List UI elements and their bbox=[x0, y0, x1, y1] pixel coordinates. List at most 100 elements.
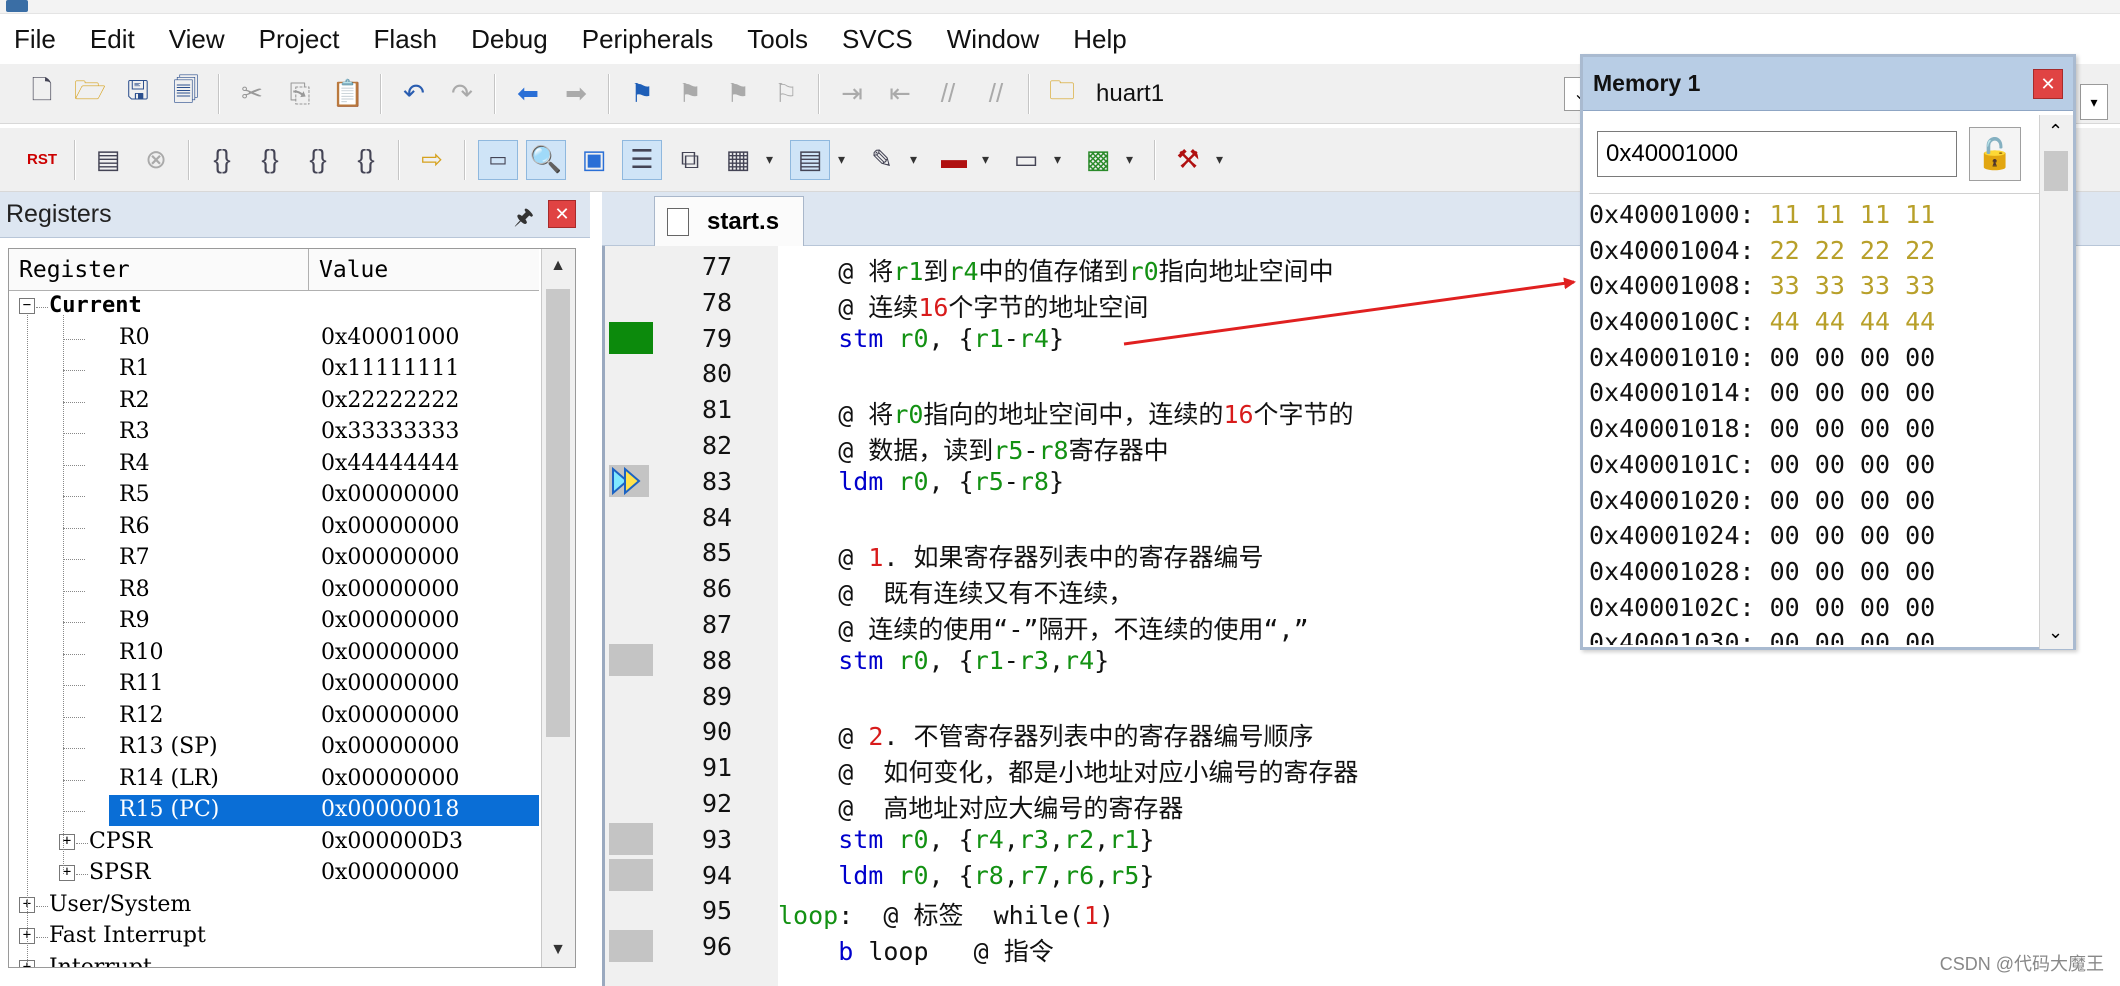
memory-window-icon[interactable]: ▤ bbox=[790, 139, 830, 180]
register-value[interactable]: 0x00000000 bbox=[321, 640, 459, 665]
lock-icon[interactable]: 🔓 bbox=[1969, 127, 2021, 181]
analysis-window-icon[interactable]: ▬ bbox=[934, 140, 974, 180]
code-line[interactable]: 92 @ 高地址对应大编号的寄存器 bbox=[602, 787, 2120, 823]
register-row[interactable]: + User/System bbox=[9, 890, 539, 922]
register-value[interactable]: 0x40001000 bbox=[321, 325, 459, 350]
memory-row[interactable]: 0x40001014: 00 00 00 00 bbox=[1589, 372, 2041, 408]
register-row[interactable]: R14 (LR) 0x00000000 bbox=[9, 764, 539, 796]
menu-tools[interactable]: Tools bbox=[747, 24, 808, 55]
memory-scrollbar[interactable]: ⌃ ⌄ bbox=[2039, 115, 2073, 649]
register-row[interactable]: R3 0x33333333 bbox=[9, 417, 539, 449]
code-line[interactable]: 94 ldm r0, {r8,r7,r6,r5} bbox=[602, 859, 2120, 895]
register-value[interactable]: 0x00000000 bbox=[321, 703, 459, 728]
memory-bytes[interactable]: 00 00 00 00 bbox=[1770, 521, 1936, 550]
tab-start-s[interactable]: start.s bbox=[654, 196, 804, 246]
undo-icon[interactable]: ↶ bbox=[394, 74, 434, 114]
register-value[interactable]: 0x11111111 bbox=[321, 356, 459, 381]
show-next-statement-icon[interactable]: ⇨ bbox=[412, 140, 452, 180]
dropdown-arrow-icon[interactable]: ▾ bbox=[1216, 151, 1230, 168]
register-row[interactable]: + SPSR 0x00000000 bbox=[9, 858, 539, 890]
dropdown-arrow-icon[interactable]: ▾ bbox=[838, 151, 852, 168]
clear-bookmarks-icon[interactable]: ⚐ bbox=[766, 74, 806, 114]
scroll-down-icon[interactable]: ▼ bbox=[542, 933, 574, 967]
memory-row[interactable]: 0x40001010: 00 00 00 00 bbox=[1589, 337, 2041, 373]
close-icon[interactable]: ✕ bbox=[548, 200, 576, 228]
save-icon[interactable]: 🖫 bbox=[118, 74, 158, 114]
register-value[interactable]: 0x00000000 bbox=[321, 545, 459, 570]
nav-back-icon[interactable]: ⬅ bbox=[508, 74, 548, 114]
menu-debug[interactable]: Debug bbox=[471, 24, 548, 55]
expand-icon[interactable]: + bbox=[59, 865, 75, 881]
menu-help[interactable]: Help bbox=[1073, 24, 1126, 55]
column-header-value[interactable]: Value bbox=[309, 249, 539, 291]
disassembly-window-icon[interactable]: 🔍 bbox=[526, 139, 566, 180]
register-row[interactable]: + Interrupt bbox=[9, 953, 539, 967]
run-icon[interactable]: ▤ bbox=[88, 140, 128, 180]
memory-bytes[interactable]: 44 44 44 44 bbox=[1770, 307, 1936, 336]
pin-icon[interactable]: 🖈 bbox=[514, 200, 534, 238]
register-value[interactable]: 0x00000000 bbox=[321, 514, 459, 539]
indent-icon[interactable]: ⇥ bbox=[832, 74, 872, 114]
cut-icon[interactable]: ✂ bbox=[232, 74, 272, 114]
register-value[interactable]: 0x00000000 bbox=[321, 608, 459, 633]
memory-bytes[interactable]: 11 11 11 11 bbox=[1770, 200, 1936, 229]
register-row[interactable]: R1 0x11111111 bbox=[9, 354, 539, 386]
memory-address-input[interactable]: 0x40001000 bbox=[1597, 131, 1957, 177]
dropdown-arrow-icon[interactable]: ▾ bbox=[766, 151, 780, 168]
register-row[interactable]: R9 0x00000000 bbox=[9, 606, 539, 638]
run-to-cursor-icon[interactable]: {} bbox=[346, 140, 386, 180]
uncomment-icon[interactable]: // bbox=[976, 74, 1016, 114]
step-over-icon[interactable]: {} bbox=[250, 140, 290, 180]
register-value[interactable]: 0x00000000 bbox=[321, 577, 459, 602]
register-row[interactable]: R8 0x00000000 bbox=[9, 575, 539, 607]
call-stack-icon[interactable]: ⧉ bbox=[670, 140, 710, 180]
register-row[interactable]: + CPSR 0x000000D3 bbox=[9, 827, 539, 859]
register-value[interactable]: 0x00000000 bbox=[321, 734, 459, 759]
register-row[interactable]: R5 0x00000000 bbox=[9, 480, 539, 512]
collapse-icon[interactable]: − bbox=[19, 298, 35, 314]
register-row[interactable]: R12 0x00000000 bbox=[9, 701, 539, 733]
memory-window-title-bar[interactable]: Memory 1 ✕ bbox=[1583, 57, 2073, 111]
menu-peripherals[interactable]: Peripherals bbox=[582, 24, 714, 55]
memory-bytes[interactable]: 00 00 00 00 bbox=[1770, 593, 1936, 622]
column-header-register[interactable]: Register bbox=[9, 249, 309, 291]
system-viewer-icon[interactable]: ▩ bbox=[1078, 140, 1118, 180]
memory-row[interactable]: 0x4000100C: 44 44 44 44 bbox=[1589, 301, 2041, 337]
registers-window-icon[interactable]: ☰ bbox=[622, 139, 662, 180]
menu-edit[interactable]: Edit bbox=[90, 24, 135, 55]
memory-bytes[interactable]: 00 00 00 00 bbox=[1770, 486, 1936, 515]
memory-row[interactable]: 0x40001008: 33 33 33 33 bbox=[1589, 265, 2041, 301]
memory-bytes[interactable]: 00 00 00 00 bbox=[1770, 378, 1936, 407]
registers-scrollbar[interactable]: ▲ ▼ bbox=[541, 249, 575, 967]
menu-view[interactable]: View bbox=[169, 24, 225, 55]
bookmark-icon[interactable]: ⚑ bbox=[622, 74, 662, 114]
menu-file[interactable]: File bbox=[14, 24, 56, 55]
register-row[interactable]: R10 0x00000000 bbox=[9, 638, 539, 670]
register-value[interactable]: 0x00000000 bbox=[321, 860, 459, 885]
register-row[interactable]: R11 0x00000000 bbox=[9, 669, 539, 701]
memory-row[interactable]: 0x40001000: 11 11 11 11 bbox=[1589, 194, 2041, 230]
code-line[interactable]: 95 loop: @ 标签 while(1) bbox=[602, 894, 2120, 930]
find-in-files-icon[interactable]: 🗀 bbox=[1042, 74, 1082, 114]
close-icon[interactable]: ✕ bbox=[2033, 69, 2063, 99]
register-value[interactable]: 0x33333333 bbox=[321, 419, 459, 444]
serial-window-icon[interactable]: ✎ bbox=[862, 140, 902, 180]
toolbox-icon[interactable]: ⚒ bbox=[1168, 140, 1208, 180]
register-value[interactable]: 0x22222222 bbox=[321, 388, 459, 413]
dropdown-arrow-icon[interactable]: ▾ bbox=[910, 151, 924, 168]
register-row[interactable]: − Current bbox=[9, 291, 539, 323]
command-window-icon[interactable]: ▭ bbox=[478, 139, 518, 180]
memory-row[interactable]: 0x40001020: 00 00 00 00 bbox=[1589, 480, 2041, 516]
register-row[interactable]: + Fast Interrupt bbox=[9, 921, 539, 953]
memory-row[interactable]: 0x40001004: 22 22 22 22 bbox=[1589, 230, 2041, 266]
code-line[interactable]: 96 b loop @ 指令 bbox=[602, 930, 2120, 966]
step-out-icon[interactable]: {} bbox=[298, 140, 338, 180]
symbols-window-icon[interactable]: ▣ bbox=[574, 140, 614, 180]
dropdown-arrow-icon[interactable]: ▾ bbox=[1126, 151, 1140, 168]
reset-icon[interactable]: RST bbox=[22, 140, 62, 180]
code-line[interactable]: 89 bbox=[602, 680, 2120, 716]
register-value[interactable]: 0x00000018 bbox=[321, 797, 459, 822]
scroll-thumb[interactable] bbox=[546, 289, 570, 737]
save-all-icon[interactable]: 🗐 bbox=[166, 74, 206, 114]
target-name[interactable]: huart1 bbox=[1096, 80, 1164, 108]
